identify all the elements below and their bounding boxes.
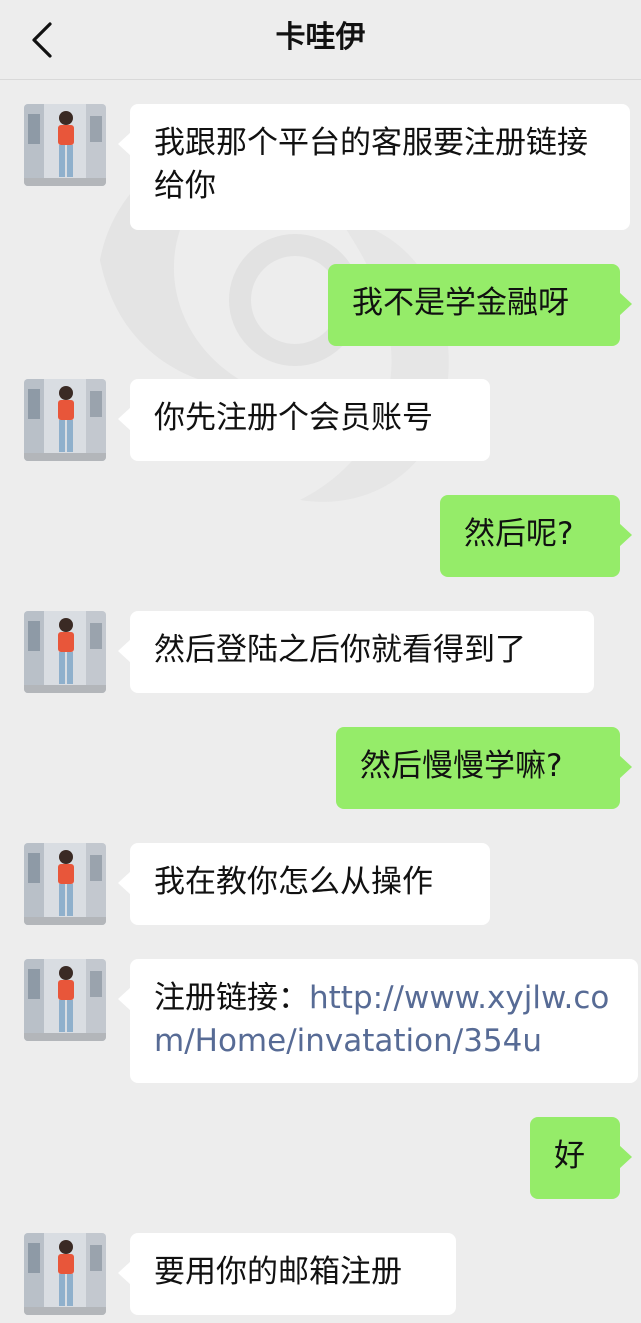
avatar[interactable] <box>24 843 106 925</box>
avatar-photo <box>24 379 106 461</box>
avatar-photo <box>24 843 106 925</box>
message-row: 好 <box>0 1117 641 1199</box>
outgoing-message-bubble[interactable]: 好 <box>530 1117 632 1199</box>
outgoing-message-bubble[interactable]: 然后慢慢学嘛? <box>336 727 632 809</box>
avatar-photo <box>24 104 106 186</box>
message-row: 我在教你怎么从操作 <box>0 843 641 925</box>
chat-title: 卡哇伊 <box>275 20 366 55</box>
message-text: 然后慢慢学嘛? <box>360 748 563 784</box>
message-row: 然后呢? <box>0 495 641 577</box>
avatar[interactable] <box>24 611 106 693</box>
message-row: 然后登陆之后你就看得到了 <box>0 611 641 693</box>
avatar[interactable] <box>24 959 106 1041</box>
incoming-message-bubble[interactable]: 然后登陆之后你就看得到了 <box>118 611 594 693</box>
avatar-photo <box>24 959 106 1041</box>
message-text: 注册链接： <box>154 980 309 1016</box>
incoming-message-bubble[interactable]: 要用你的邮箱注册 <box>118 1233 456 1315</box>
message-row: 我跟那个平台的客服要注册链接给你 <box>0 104 641 230</box>
avatar-photo <box>24 611 106 693</box>
incoming-message-bubble[interactable]: 你先注册个会员账号 <box>118 379 490 461</box>
message-text: 然后登陆之后你就看得到了 <box>154 632 526 668</box>
outgoing-message-bubble[interactable]: 我不是学金融呀 <box>328 264 632 346</box>
incoming-message-bubble[interactable]: 注册链接：http://www.xyjlw.com/Home/invatatio… <box>118 959 638 1083</box>
avatar-photo <box>24 1233 106 1315</box>
avatar[interactable] <box>24 104 106 186</box>
message-row: 然后慢慢学嘛? <box>0 727 641 809</box>
message-text: 要用你的邮箱注册 <box>154 1254 402 1290</box>
avatar[interactable] <box>24 379 106 461</box>
message-row: 要用你的邮箱注册 <box>0 1233 641 1315</box>
message-list[interactable]: 我跟那个平台的客服要注册链接给你 我不是学金融呀 你先注册个会员账号 然后呢? … <box>0 80 641 1323</box>
avatar[interactable] <box>24 1233 106 1315</box>
outgoing-message-bubble[interactable]: 然后呢? <box>440 495 632 577</box>
message-text: 然后呢? <box>464 516 574 552</box>
message-text: 我在教你怎么从操作 <box>154 864 433 900</box>
message-row: 注册链接：http://www.xyjlw.com/Home/invatatio… <box>0 959 641 1083</box>
incoming-message-bubble[interactable]: 我跟那个平台的客服要注册链接给你 <box>118 104 630 230</box>
message-row: 我不是学金融呀 <box>0 264 641 346</box>
incoming-message-bubble[interactable]: 我在教你怎么从操作 <box>118 843 490 925</box>
message-row: 你先注册个会员账号 <box>0 379 641 461</box>
message-text: 我不是学金融呀 <box>352 285 569 321</box>
message-text: 你先注册个会员账号 <box>154 400 433 436</box>
chat-header: 卡哇伊 <box>0 0 641 80</box>
message-text: 我跟那个平台的客服要注册链接给你 <box>154 125 588 204</box>
message-text: 好 <box>554 1138 585 1174</box>
